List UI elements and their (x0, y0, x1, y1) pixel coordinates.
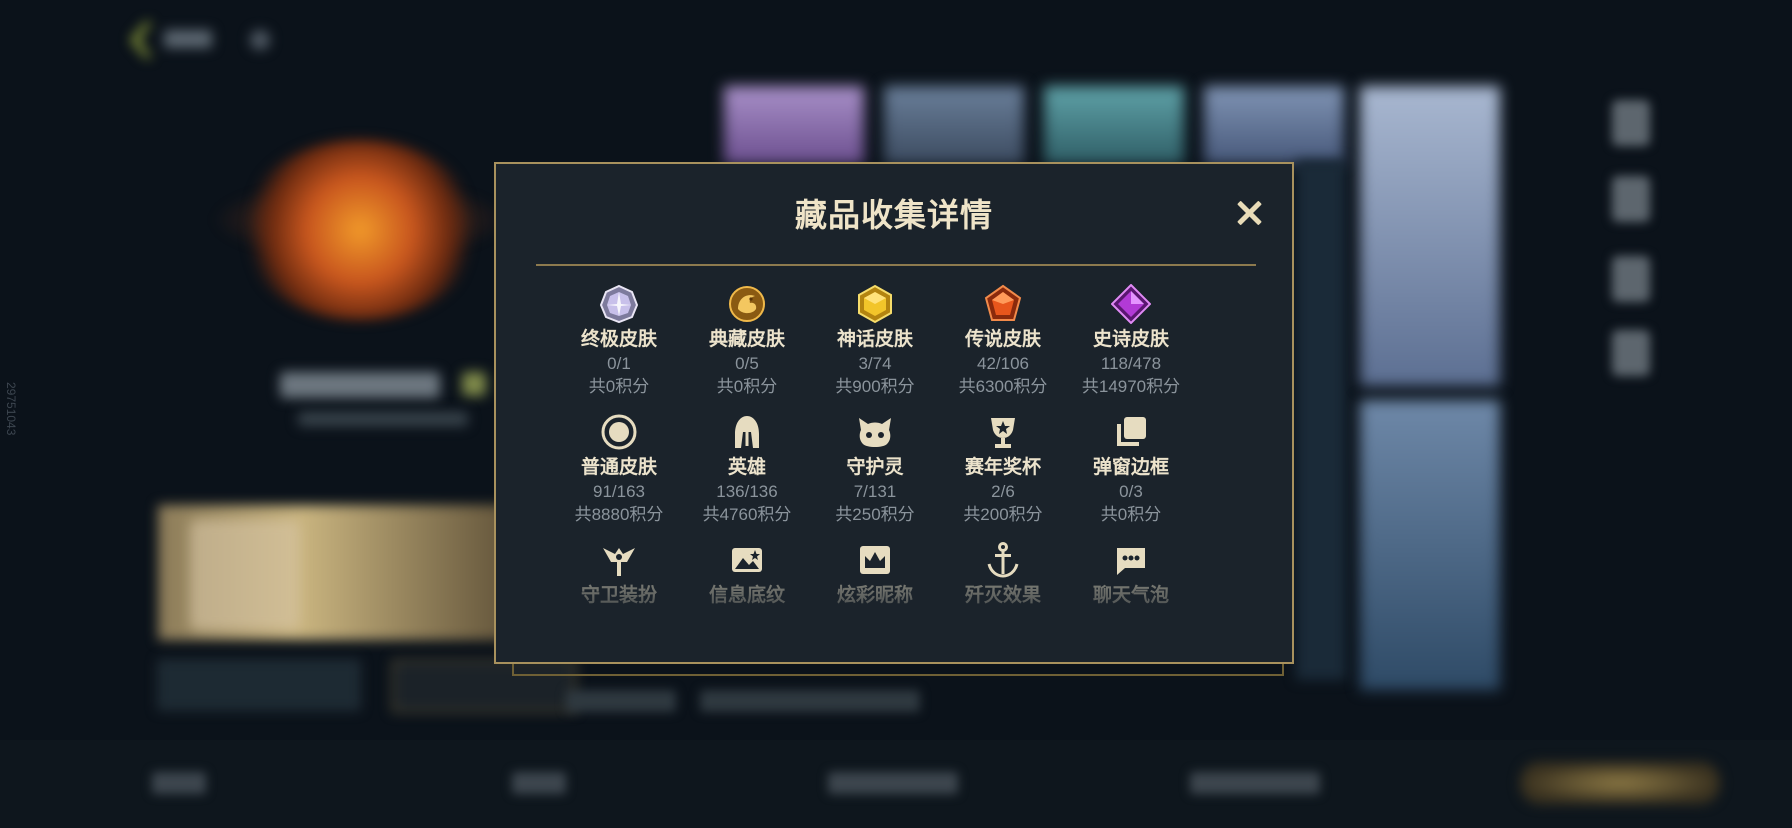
skin-tile[interactable] (724, 86, 864, 164)
side-nav-icon[interactable] (1612, 256, 1650, 302)
item-label: 炫彩昵称 (836, 585, 913, 606)
item-label: 歼灭效果 (964, 585, 1041, 606)
season-trophy-icon (991, 418, 1015, 448)
collection-card-art (190, 520, 300, 630)
skin-column (1296, 160, 1346, 680)
background-text (566, 690, 676, 712)
side-nav-icon[interactable] (1612, 100, 1650, 146)
collection-item-guardian[interactable]: 守护灵 7/131 共250积分 (810, 412, 940, 526)
featured-skin-tile[interactable] (1360, 86, 1500, 386)
bottom-action-button[interactable] (1520, 762, 1720, 804)
item-count: 118/478 (1100, 354, 1162, 373)
elimination-effect-icon (987, 542, 1019, 578)
item-label: 英雄 (727, 457, 766, 478)
collection-item-champion[interactable]: 英雄 136/136 共4760积分 (682, 412, 812, 526)
side-nav-icon[interactable] (1612, 330, 1650, 376)
side-nav-icon[interactable] (1612, 176, 1650, 222)
champion-helmet-icon (735, 416, 759, 448)
item-label: 弹窗边框 (1092, 457, 1169, 478)
item-count: 7/131 (853, 482, 897, 501)
collection-item-mythic[interactable]: 神话皮肤 3/74 共900积分 (810, 284, 940, 398)
collection-item-ward[interactable]: 守卫装扮 (554, 540, 684, 608)
item-points: 共6300积分 (958, 377, 1048, 396)
bottom-nav-item[interactable] (828, 772, 958, 794)
item-points: 共200积分 (963, 505, 1043, 524)
bottom-nav-item[interactable] (512, 772, 566, 794)
item-count: 136/136 (716, 482, 778, 501)
item-label: 典藏皮肤 (708, 329, 785, 350)
modal-underline (512, 664, 1284, 676)
collection-item-collector[interactable]: 典藏皮肤 0/5 共0积分 (682, 284, 812, 398)
bottom-nav-item[interactable] (152, 772, 206, 794)
item-count: 2/6 (991, 482, 1015, 501)
item-points: 共900积分 (835, 377, 915, 396)
item-label: 终极皮肤 (580, 329, 657, 350)
background-text (700, 690, 920, 712)
collection-item-nickname[interactable]: 炫彩昵称 (810, 540, 940, 608)
item-label: 赛年奖杯 (964, 457, 1041, 478)
featured-skin-tile[interactable] (1360, 400, 1500, 690)
player-name (280, 372, 440, 398)
item-label: 信息底纹 (708, 585, 785, 606)
item-points: 共0积分 (1100, 505, 1162, 524)
collection-item-epic[interactable]: 史诗皮肤 118/478 共14970积分 (1066, 284, 1196, 398)
mythic-skin-icon (858, 284, 892, 324)
edit-name-icon[interactable] (462, 372, 486, 396)
item-points: 共8880积分 (574, 505, 664, 524)
ultimate-skin-icon (599, 284, 639, 324)
collector-skin-icon (729, 286, 765, 322)
skin-tile[interactable] (1204, 86, 1344, 164)
item-label: 普通皮肤 (580, 457, 657, 478)
collection-item-legendary[interactable]: 传说皮肤 42/106 共6300积分 (938, 284, 1068, 398)
item-points: 共0积分 (716, 377, 778, 396)
collection-item-chat[interactable]: 聊天气泡 (1066, 540, 1196, 608)
collection-item-frame[interactable]: 弹窗边框 0/3 共0积分 (1066, 412, 1196, 526)
epic-skin-icon (1111, 284, 1151, 324)
collection-details-modal: 藏品收集详情 终极皮肤 0/1 共0积分 典藏皮肤 0/5 共0积分 神话皮肤 … (494, 162, 1294, 664)
collection-item-elimination[interactable]: 歼灭效果 (938, 540, 1068, 608)
normal-skin-icon (601, 414, 637, 450)
item-count: 91/163 (593, 482, 645, 501)
ward-skin-icon (603, 548, 635, 576)
back-button[interactable] (130, 22, 270, 58)
item-count: 0/3 (1119, 482, 1143, 501)
skin-tile[interactable] (1044, 86, 1184, 164)
profile-emblem (240, 140, 480, 320)
chat-bubble-icon (1117, 548, 1145, 575)
item-points: 共14970积分 (1081, 377, 1181, 396)
item-points: 共0积分 (588, 377, 650, 396)
popup-frame-icon (1117, 417, 1146, 446)
collection-item-normal[interactable]: 普通皮肤 91/163 共8880积分 (554, 412, 684, 526)
collection-item-ultimate[interactable]: 终极皮肤 0/1 共0积分 (554, 284, 684, 398)
close-icon[interactable] (1234, 198, 1264, 228)
player-id: 29751043 (4, 382, 18, 436)
item-label: 史诗皮肤 (1092, 329, 1169, 350)
player-subtitle (298, 412, 468, 426)
item-label: 神话皮肤 (836, 329, 913, 350)
item-count: 0/5 (735, 354, 759, 373)
divider (536, 264, 1256, 266)
item-label: 聊天气泡 (1092, 585, 1169, 606)
legendary-skin-icon (984, 284, 1022, 321)
collection-item-banner[interactable]: 信息底纹 (682, 540, 812, 608)
item-label: 守护灵 (846, 457, 904, 478)
bottom-nav-item[interactable] (1190, 772, 1320, 794)
guardian-spirit-icon (859, 418, 891, 447)
background-button-left[interactable] (158, 660, 360, 710)
item-count: 0/1 (607, 354, 631, 373)
item-label: 传说皮肤 (964, 329, 1041, 350)
item-points: 共250积分 (835, 505, 915, 524)
item-points: 共4760积分 (702, 505, 792, 524)
collection-item-trophy[interactable]: 赛年奖杯 2/6 共200积分 (938, 412, 1068, 526)
color-nickname-icon (860, 546, 890, 574)
item-count: 42/106 (977, 354, 1029, 373)
item-count: 3/74 (858, 354, 892, 373)
modal-title: 藏品收集详情 (794, 197, 993, 233)
info-banner-icon (732, 548, 762, 572)
item-label: 守卫装扮 (580, 585, 657, 606)
skin-tile[interactable] (884, 86, 1024, 164)
